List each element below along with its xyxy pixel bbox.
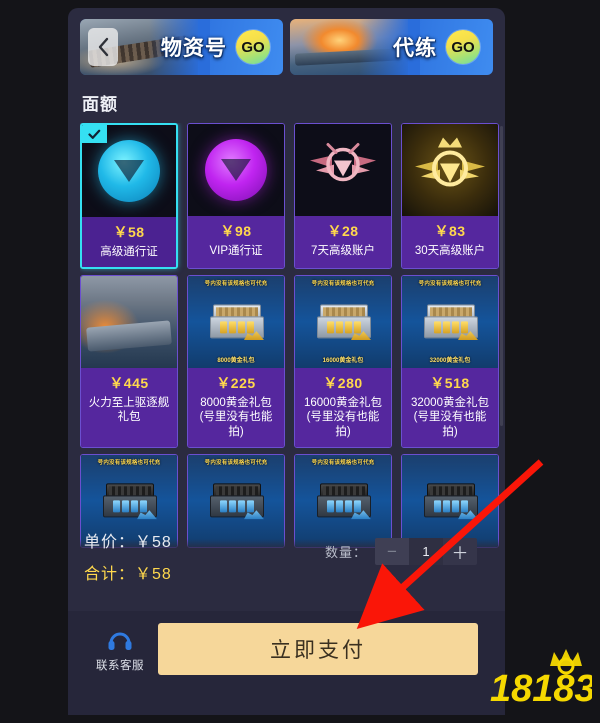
product-card[interactable]: 号内没有该规格也可代充 16000黄金礼包 ￥280 16000黄金礼包 (号里没有也… [294, 274, 392, 448]
product-card-body: ￥58 高级通行证 [82, 217, 176, 267]
product-artwork: 号内没有该规格也可代充 8000黄金礼包 [188, 275, 284, 368]
total-price-row: 合计：￥58 [84, 560, 172, 584]
product-name: 火力至上驱逐舰礼包 [88, 396, 170, 424]
giftbox-top-text: 号内没有该规格也可代充 [204, 280, 268, 287]
banner-boosting-go-button[interactable]: GO [446, 30, 480, 64]
product-artwork: 号内没有该规格也可代充 16000黄金礼包 [295, 275, 391, 368]
quantity-decrease-button[interactable]: − [375, 538, 409, 565]
order-summary: 单价：￥58 合计：￥58 数量： − 1 ＋ [68, 520, 505, 605]
back-button[interactable] [88, 28, 118, 66]
product-grid: ￥58 高级通行证 ￥98 VIP通行证 ￥28 7天高级账户 ￥83 30天高级账户 ￥445… [80, 123, 499, 548]
product-card-body: ￥445 火力至上驱逐舰礼包 [81, 367, 177, 447]
product-name: 16000黄金礼包 (号里没有也能拍) [304, 396, 382, 439]
banner-supply-label: 物资号 [161, 37, 227, 60]
product-card[interactable]: ￥83 30天高级账户 [401, 123, 499, 269]
product-card[interactable]: ￥28 7天高级账户 [294, 123, 392, 269]
quantity-label: 数量： [324, 545, 367, 560]
unit-price-value: ￥58 [135, 534, 172, 551]
watermark-text: 18183 [490, 668, 592, 708]
giftbox-top-text: 号内没有该规格也可代充 [204, 459, 268, 466]
product-price: ￥28 [327, 223, 359, 239]
unit-price-label: 单价： [84, 534, 136, 551]
product-card[interactable]: 号内没有该规格也可代充 8000黄金礼包 ￥225 8000黄金礼包 (号里没有也能拍… [187, 274, 285, 448]
product-name: 8000黄金礼包 (号里没有也能拍) [199, 396, 273, 439]
product-card[interactable]: 号内没有该规格也可代充 32000黄金礼包 ￥518 32000黄金礼包 (号里没有也… [401, 274, 499, 448]
product-card-body: ￥98 VIP通行证 [188, 216, 284, 268]
quantity-increase-button[interactable]: ＋ [443, 538, 477, 565]
product-card-body: ￥518 32000黄金礼包 (号里没有也能拍) [402, 367, 498, 447]
product-price: ￥225 [216, 374, 256, 391]
product-card-body: ￥83 30天高级账户 [402, 216, 498, 268]
pay-now-button[interactable]: 立即支付 [158, 623, 478, 675]
banner-row: 物资号 GO 代练 GO [80, 19, 493, 75]
total-price-value: ￥58 [135, 566, 172, 583]
chest-icon [103, 483, 157, 520]
product-card-body: ￥28 7天高级账户 [295, 216, 391, 268]
banner-boosting-label: 代练 [393, 37, 437, 60]
chest-icon [424, 304, 478, 341]
grid-scrollbar[interactable] [500, 126, 503, 426]
product-card-body: ￥280 16000黄金礼包 (号里没有也能拍) [295, 367, 391, 447]
giftbox-top-text: 号内没有该规格也可代充 [311, 459, 375, 466]
chest-icon [317, 483, 371, 520]
product-name: 30天高级账户 [414, 245, 486, 257]
payment-bar: 联系客服 立即支付 [68, 611, 505, 715]
product-name: 7天高级账户 [311, 245, 375, 257]
banner-supply-go-button[interactable]: GO [236, 30, 270, 64]
pass-emblem-gold [412, 135, 488, 206]
product-artwork [295, 124, 391, 216]
ship-artwork [81, 275, 177, 368]
contact-support-button[interactable]: 联系客服 [90, 625, 150, 673]
giftbox-top-text: 号内没有该规格也可代充 [311, 280, 375, 287]
chest-icon [424, 483, 478, 520]
giftbox-top-text: 号内没有该规格也可代充 [97, 459, 161, 466]
quantity-controls: − 1 ＋ [375, 538, 477, 565]
product-card-body: ￥225 8000黄金礼包 (号里没有也能拍) [188, 367, 284, 447]
product-card[interactable]: ￥58 高级通行证 [80, 123, 178, 269]
contact-support-label: 联系客服 [96, 660, 144, 672]
product-price: ￥98 [220, 223, 252, 239]
product-name: 32000黄金礼包 (号里没有也能拍) [411, 396, 489, 439]
giftbox-top-text: 号内没有该规格也可代充 [418, 280, 482, 287]
section-title: 面额 [82, 95, 118, 114]
headset-icon [90, 625, 150, 655]
banner-boosting[interactable]: 代练 GO [290, 19, 493, 75]
giftbox-artwork: 号内没有该规格也可代充 16000黄金礼包 [295, 275, 391, 368]
product-artwork [402, 124, 498, 216]
product-card[interactable]: ￥98 VIP通行证 [187, 123, 285, 269]
check-icon [88, 129, 101, 139]
product-artwork [81, 275, 177, 368]
pass-emblem-rose [306, 139, 380, 202]
product-grid-scroll[interactable]: ￥58 高级通行证 ￥98 VIP通行证 ￥28 7天高级账户 ￥83 30天高级账户 ￥445… [80, 123, 499, 553]
quantity-stepper: 数量： − 1 ＋ [325, 538, 477, 565]
giftbox-artwork: 号内没有该规格也可代充 8000黄金礼包 [188, 275, 284, 368]
product-name: 高级通行证 [100, 246, 158, 258]
product-artwork: 号内没有该规格也可代充 32000黄金礼包 [402, 275, 498, 368]
product-price: ￥83 [434, 223, 466, 239]
selected-check-badge [82, 125, 107, 143]
watermark: 18183 [488, 646, 596, 713]
chevron-left-icon [98, 37, 108, 57]
pass-emblem-purple [205, 139, 267, 201]
unit-price-row: 单价：￥58 [84, 528, 172, 552]
product-artwork [188, 124, 284, 216]
purchase-panel: 物资号 GO 代练 GO 面额 ￥58 高级通行证 ￥98 VIP通行证 ￥28 7天高级… [68, 8, 505, 715]
product-name: VIP通行证 [209, 245, 263, 257]
total-price-label: 合计： [84, 566, 136, 583]
product-price: ￥58 [113, 224, 145, 240]
pass-emblem-cyan [98, 140, 160, 202]
product-price: ￥518 [430, 374, 470, 391]
product-price: ￥280 [323, 374, 363, 391]
giftbox-artwork: 号内没有该规格也可代充 32000黄金礼包 [402, 275, 498, 368]
product-price: ￥445 [109, 374, 149, 391]
giftbox-bottom-text: 8000黄金礼包 [217, 357, 255, 364]
chest-icon [210, 304, 264, 341]
banner-supply[interactable]: 物资号 GO [80, 19, 283, 75]
product-card[interactable]: ￥445 火力至上驱逐舰礼包 [80, 274, 178, 448]
quantity-input[interactable]: 1 [409, 538, 443, 565]
giftbox-bottom-text: 32000黄金礼包 [429, 357, 471, 364]
giftbox-bottom-text: 16000黄金礼包 [322, 357, 364, 364]
chest-icon [317, 304, 371, 341]
chest-icon [210, 483, 264, 520]
